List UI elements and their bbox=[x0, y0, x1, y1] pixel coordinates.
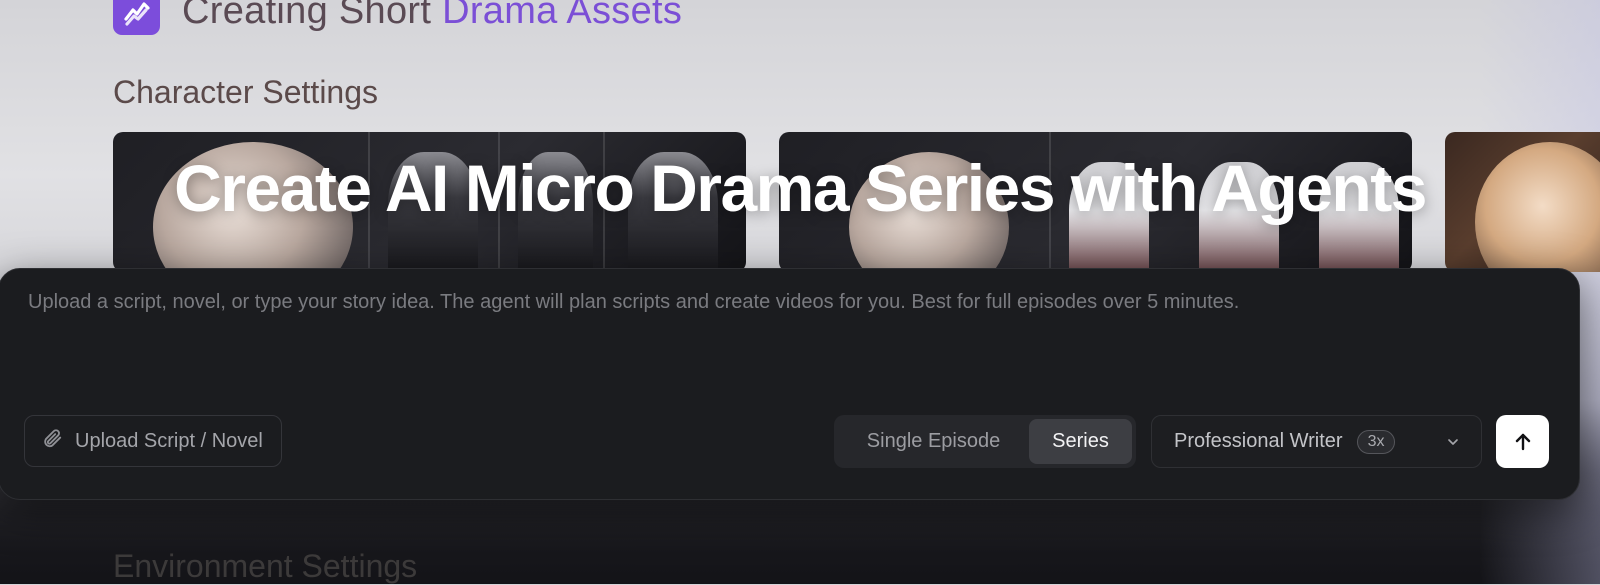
chevron-down-icon bbox=[1445, 434, 1461, 450]
writer-select[interactable]: Professional Writer 3x bbox=[1151, 415, 1482, 468]
story-input[interactable] bbox=[26, 289, 1530, 403]
upload-script-label: Upload Script / Novel bbox=[75, 429, 263, 452]
hero-title: Create AI Micro Drama Series with Agents bbox=[174, 151, 1427, 225]
arrow-up-icon bbox=[1511, 430, 1535, 454]
page-title-highlight: Drama Assets bbox=[442, 0, 683, 32]
environment-settings-heading: Environment Settings bbox=[113, 548, 418, 584]
page-title: Creating Short Drama Assets bbox=[182, 0, 682, 33]
page-title-main: Creating Short bbox=[182, 0, 443, 32]
page-header: Creating Short Drama Assets bbox=[113, 0, 682, 35]
chart-bolt-icon bbox=[113, 0, 160, 35]
prompt-composer: Upload Script / Novel Single Episode Ser… bbox=[0, 268, 1580, 500]
mode-toggle: Single Episode Series bbox=[834, 415, 1136, 468]
send-button[interactable] bbox=[1496, 415, 1549, 468]
paperclip-icon bbox=[41, 427, 63, 455]
upload-script-button[interactable]: Upload Script / Novel bbox=[24, 415, 282, 467]
writer-cost-badge: 3x bbox=[1356, 429, 1396, 454]
writer-label: Professional Writer bbox=[1174, 430, 1343, 452]
character-settings-heading: Character Settings bbox=[113, 74, 379, 110]
mode-series[interactable]: Series bbox=[1029, 419, 1132, 464]
mode-single-episode[interactable]: Single Episode bbox=[838, 419, 1029, 464]
